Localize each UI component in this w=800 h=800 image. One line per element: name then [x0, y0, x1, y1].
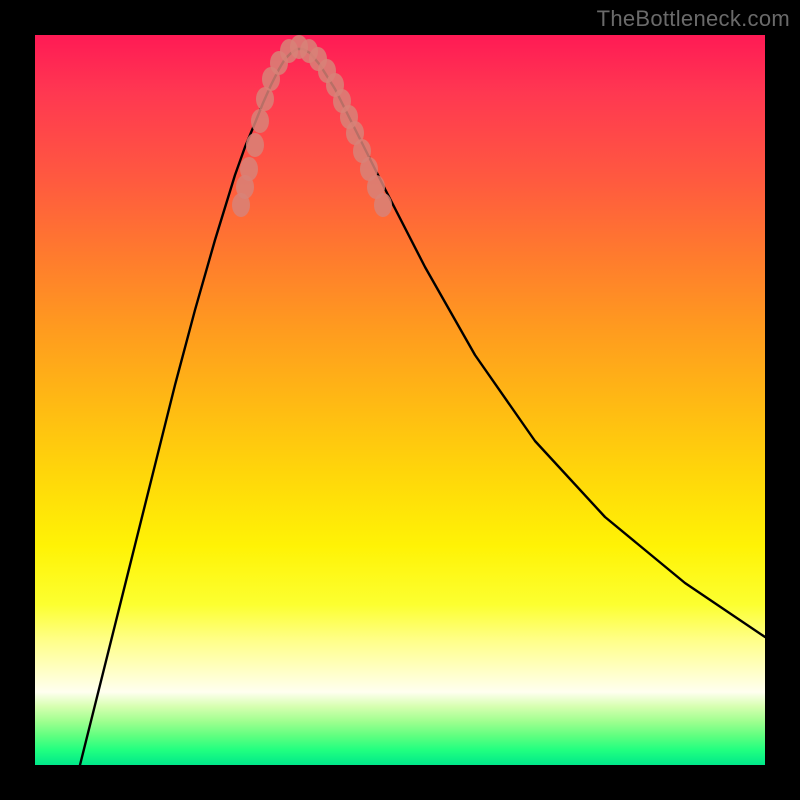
- plot-area: [35, 35, 765, 765]
- bottleneck-curve: [75, 49, 765, 765]
- chart-frame: TheBottleneck.com: [0, 0, 800, 800]
- marker-cluster: [232, 35, 392, 217]
- curve-layer: [35, 35, 765, 765]
- watermark-text: TheBottleneck.com: [597, 6, 790, 32]
